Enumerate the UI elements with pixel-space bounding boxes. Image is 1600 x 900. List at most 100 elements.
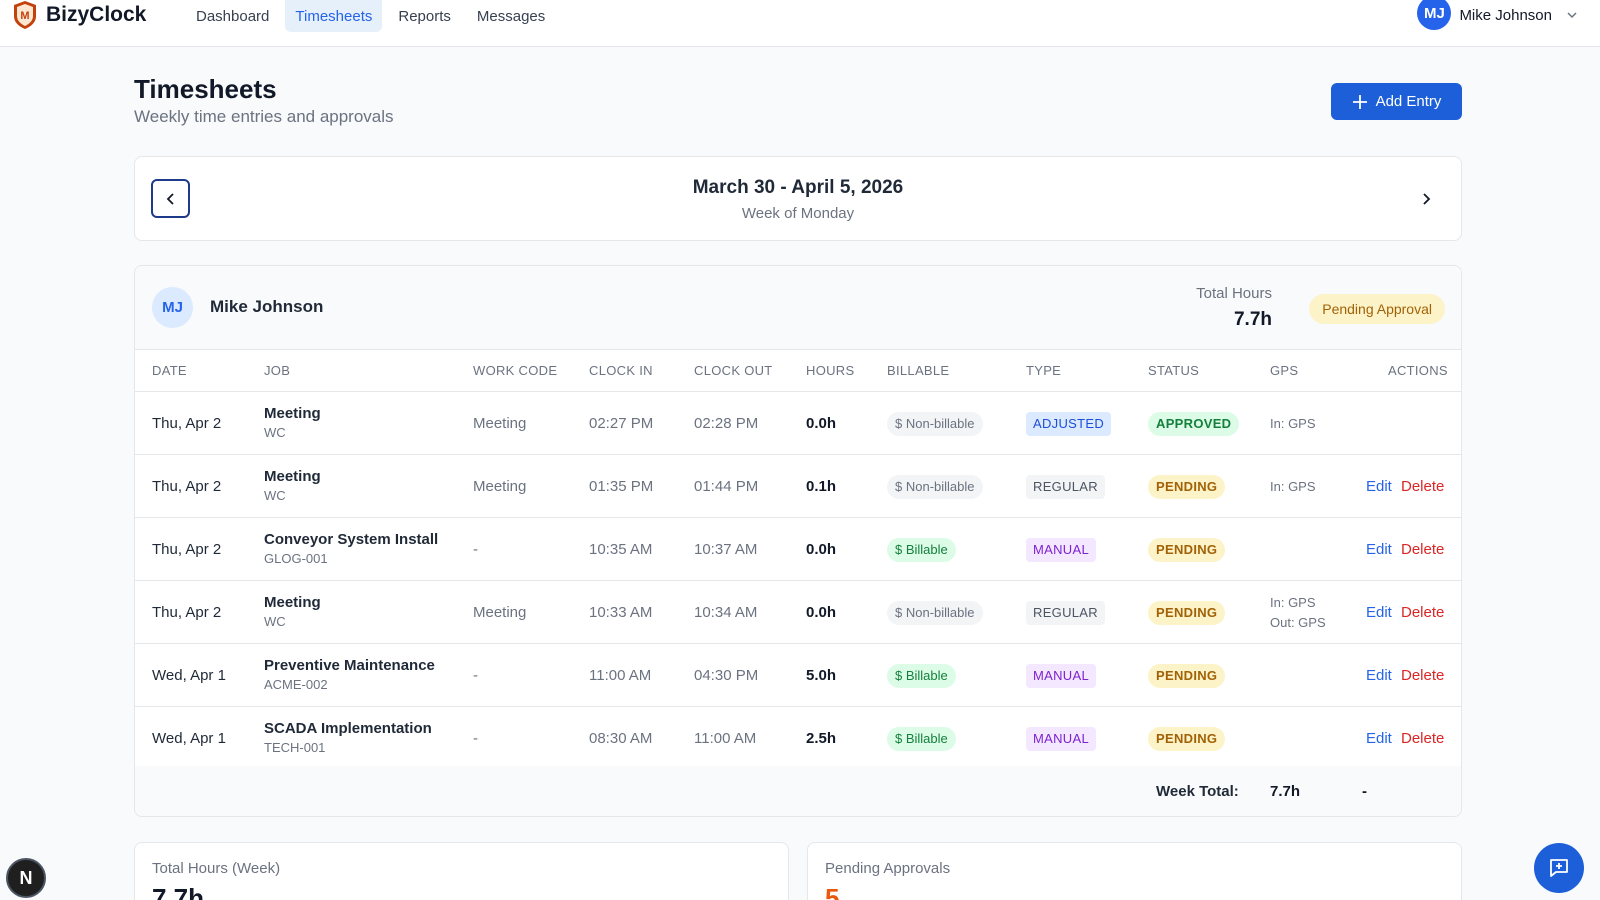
top-navbar: M BizyClock Dashboard Timesheets Reports…: [0, 0, 1600, 47]
billable-badge: $ Billable: [887, 537, 956, 562]
timesheet-card: MJ Mike Johnson Total Hours 7.7h Pending…: [134, 265, 1462, 817]
job-name: Preventive Maintenance: [264, 657, 435, 674]
chevron-down-icon: [1567, 12, 1577, 19]
edit-link[interactable]: Edit: [1366, 518, 1392, 581]
table-row[interactable]: Thu, Apr 2 Meeting WC Meeting 10:33 AM 1…: [135, 581, 1461, 644]
column-header-work-code[interactable]: WORK CODE: [473, 363, 557, 378]
edit-link[interactable]: Edit: [1366, 455, 1392, 518]
job-code: TECH-001: [264, 740, 326, 755]
clock-in: 10:33 AM: [589, 604, 653, 621]
edit-link[interactable]: Edit: [1366, 707, 1392, 770]
delete-link[interactable]: Delete: [1401, 644, 1444, 707]
clock-out: 10:34 AM: [694, 604, 758, 621]
delete-link[interactable]: Delete: [1401, 518, 1444, 581]
type-tag: MANUAL: [1026, 726, 1096, 751]
week-total-row: Week Total: 7.7h -: [135, 766, 1461, 816]
dev-tools-badge[interactable]: N: [6, 858, 46, 898]
next-week-button[interactable]: [1406, 179, 1445, 218]
billable-badge: $ Non-billable: [887, 411, 983, 436]
svg-text:M: M: [20, 10, 29, 22]
job-name: Meeting: [264, 594, 321, 611]
nav-messages[interactable]: Messages: [467, 0, 555, 32]
approval-status-badge: Pending Approval: [1309, 294, 1445, 324]
work-code: Meeting: [473, 415, 527, 432]
column-header-clock-out[interactable]: CLOCK OUT: [694, 363, 773, 378]
billable-badge: $ Billable: [887, 663, 956, 688]
nav-dashboard[interactable]: Dashboard: [186, 0, 279, 32]
column-header-actions: ACTIONS: [1388, 363, 1448, 378]
chat-icon: [1550, 859, 1568, 877]
add-entry-button[interactable]: Add Entry: [1331, 83, 1462, 120]
column-header-job[interactable]: JOB: [264, 363, 290, 378]
table-row[interactable]: Thu, Apr 2 Meeting WC Meeting 02:27 PM 0…: [135, 392, 1461, 455]
nav-reports[interactable]: Reports: [388, 0, 461, 32]
work-code: -: [473, 730, 478, 747]
type-tag: REGULAR: [1026, 600, 1105, 625]
entry-date: Thu, Apr 2: [152, 541, 222, 558]
gps-in: In: GPS: [1270, 479, 1316, 494]
billable-badge: $ Non-billable: [887, 600, 983, 625]
stat-label: Total Hours (Week): [152, 860, 281, 877]
gps-in: In: GPS: [1270, 595, 1316, 610]
edit-link[interactable]: Edit: [1366, 644, 1392, 707]
delete-link[interactable]: Delete: [1401, 707, 1444, 770]
stat-label: Pending Approvals: [825, 860, 951, 877]
table-row[interactable]: Thu, Apr 2 Meeting WC Meeting 01:35 PM 0…: [135, 455, 1461, 518]
week-total-label: Week Total:: [1156, 783, 1239, 800]
clock-out: 11:00 AM: [694, 730, 757, 747]
work-code: -: [473, 667, 478, 684]
clock-in: 11:00 AM: [589, 667, 652, 684]
app-logo[interactable]: M BizyClock: [12, 0, 146, 30]
table-row[interactable]: Wed, Apr 1 Preventive Maintenance ACME-0…: [135, 644, 1461, 707]
entry-job: Meeting WC: [264, 405, 321, 440]
clock-out: 04:30 PM: [694, 667, 759, 684]
column-header-status[interactable]: STATUS: [1148, 363, 1199, 378]
shield-logo-icon: M: [14, 1, 36, 29]
nav-timesheets[interactable]: Timesheets: [285, 0, 383, 32]
week-range: March 30 - April 5, 2026: [692, 177, 904, 198]
entry-hours: 2.5h: [806, 730, 837, 747]
work-code: Meeting: [473, 478, 527, 495]
column-header-billable[interactable]: BILLABLE: [887, 363, 949, 378]
column-header-type[interactable]: TYPE: [1026, 363, 1061, 378]
status-badge: PENDING: [1148, 537, 1226, 562]
type-tag: MANUAL: [1026, 537, 1096, 562]
type-tag: MANUAL: [1026, 663, 1096, 688]
page-title: Timesheets: [134, 74, 277, 104]
entry-hours: 5.0h: [806, 667, 837, 684]
job-code: WC: [264, 614, 286, 629]
entry-date: Thu, Apr 2: [152, 478, 222, 495]
type-tag: ADJUSTED: [1026, 411, 1112, 436]
status-badge: PENDING: [1148, 726, 1226, 751]
user-menu[interactable]: MJ Mike Johnson: [1417, 0, 1578, 30]
week-total-dash: -: [1362, 783, 1367, 800]
entry-date: Thu, Apr 2: [152, 604, 222, 621]
chat-button[interactable]: [1534, 843, 1584, 893]
job-name: SCADA Implementation: [264, 720, 432, 737]
column-header-clock-in[interactable]: CLOCK IN: [589, 363, 653, 378]
edit-link[interactable]: Edit: [1366, 581, 1392, 644]
week-navigator: March 30 - April 5, 2026 Week of Monday: [134, 156, 1462, 241]
table-row[interactable]: Thu, Apr 2 Conveyor System Install GLOG-…: [135, 518, 1461, 581]
column-header-gps[interactable]: GPS: [1270, 363, 1298, 378]
delete-link[interactable]: Delete: [1401, 455, 1444, 518]
entry-date: Thu, Apr 2: [152, 415, 222, 432]
job-code: ACME-002: [264, 677, 328, 692]
status-badge: APPROVED: [1148, 411, 1240, 436]
entry-job: Meeting WC: [264, 468, 321, 503]
clock-in: 10:35 AM: [589, 541, 653, 558]
entry-hours: 0.0h: [806, 541, 837, 558]
main-nav: Dashboard Timesheets Reports Messages: [186, 0, 555, 32]
job-code: GLOG-001: [264, 551, 328, 566]
stat-card-pending-approvals: Pending Approvals 5: [807, 842, 1462, 900]
delete-link[interactable]: Delete: [1401, 581, 1444, 644]
column-header-hours[interactable]: HOURS: [806, 363, 854, 378]
entry-job: Conveyor System Install GLOG-001: [264, 531, 438, 566]
total-hours-label: Total Hours: [1196, 285, 1272, 302]
table-row[interactable]: Wed, Apr 1 SCADA Implementation TECH-001…: [135, 707, 1461, 770]
job-name: Meeting: [264, 405, 321, 422]
clock-out: 01:44 PM: [694, 478, 759, 495]
billable-badge: $ Non-billable: [887, 474, 983, 499]
column-header-date[interactable]: DATE: [152, 363, 187, 378]
app-name: BizyClock: [46, 3, 147, 26]
